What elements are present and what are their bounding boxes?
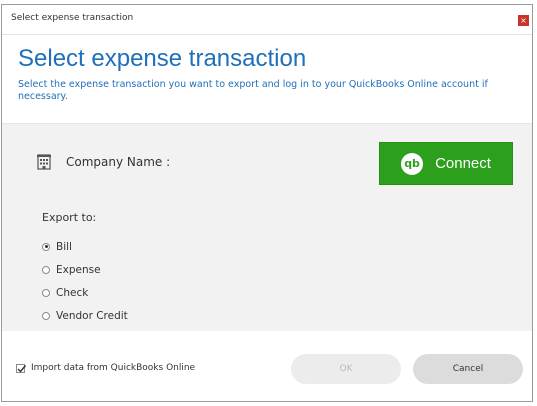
ok-button[interactable]: OK (291, 354, 401, 384)
radio-label: Bill (56, 240, 72, 253)
radio-label: Check (56, 286, 89, 299)
close-icon: × (520, 16, 527, 25)
radio-button-bill[interactable] (42, 242, 50, 251)
quickbooks-logo-icon: qb (401, 152, 424, 175)
connect-button[interactable]: qb Connect (379, 142, 513, 185)
radio-button-vendor-credit[interactable] (42, 311, 50, 320)
title-bar[interactable]: Select expense transaction × (2, 5, 532, 35)
page-subtitle: Select the expense transaction you want … (18, 79, 488, 102)
connect-label: Connect (435, 155, 491, 172)
radio-option-vendor-credit[interactable]: Vendor Credit (42, 304, 128, 327)
radio-button-expense[interactable] (42, 265, 50, 274)
radio-option-expense[interactable]: Expense (42, 258, 128, 281)
building-icon (37, 154, 51, 170)
company-row: Company Name : (36, 154, 170, 170)
radio-label: Vendor Credit (56, 309, 128, 322)
window-title: Select expense transaction (11, 13, 134, 23)
content-panel: Company Name : qb Connect Export to: Bil… (2, 123, 532, 331)
radio-button-check[interactable] (42, 288, 50, 297)
page-title: Select expense transaction (18, 45, 307, 72)
import-checkbox-row[interactable]: Import data from QuickBooks Online (16, 363, 195, 373)
import-checkbox[interactable] (16, 363, 27, 373)
close-button[interactable]: × (518, 15, 529, 26)
export-options: Bill Expense Check Vendor Credit (42, 235, 128, 327)
export-to-label: Export to: (42, 211, 97, 224)
radio-option-bill[interactable]: Bill (42, 235, 128, 258)
radio-label: Expense (56, 263, 101, 276)
checkmark-icon (17, 364, 27, 373)
cancel-button[interactable]: Cancel (413, 354, 523, 384)
radio-option-check[interactable]: Check (42, 281, 128, 304)
company-name-label: Company Name : (66, 155, 171, 169)
header-section: Select expense transaction Select the ex… (2, 35, 532, 123)
import-label: Import data from QuickBooks Online (31, 363, 196, 373)
dialog-window: Select expense transaction × Select expe… (1, 4, 533, 402)
footer-bar: Import data from QuickBooks Online OK Ca… (2, 331, 532, 401)
